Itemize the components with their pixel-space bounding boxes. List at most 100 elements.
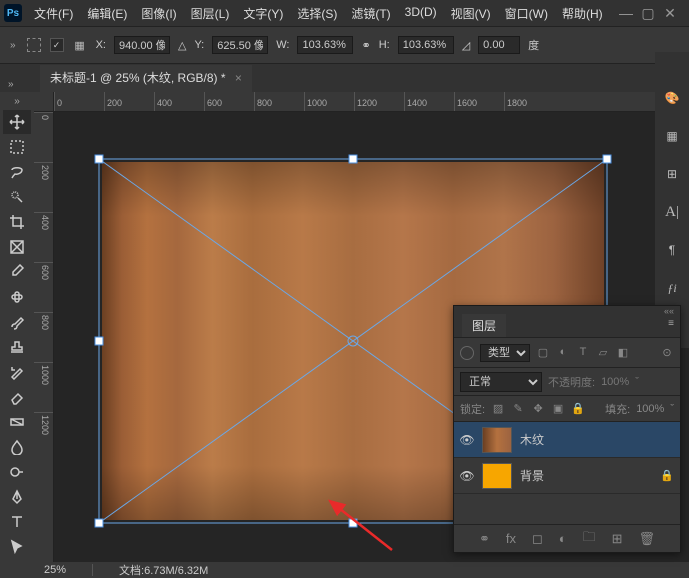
layer-row-background[interactable]: 👁 背景 🔒 [454, 458, 680, 494]
options-expand-icon[interactable]: » [8, 38, 18, 53]
menu-type[interactable]: 文字(Y) [237, 2, 289, 25]
y-input[interactable] [212, 36, 268, 54]
layer-row-wood[interactable]: 👁 木纹 [454, 422, 680, 458]
link-layers-icon[interactable]: ⚭ [479, 531, 490, 547]
eraser-tool[interactable] [3, 385, 31, 409]
transform-anchor-icon[interactable] [26, 37, 42, 53]
angle-icon: ◿ [462, 39, 470, 52]
menu-view[interactable]: 视图(V) [445, 2, 497, 25]
opacity-value[interactable]: 100% [601, 376, 629, 388]
reference-point-icon[interactable]: ▦ [72, 37, 88, 53]
move-tool[interactable] [3, 110, 31, 134]
layer-thumbnail[interactable] [482, 427, 512, 453]
filter-search-icon[interactable] [460, 346, 474, 360]
link-icon[interactable]: ⚭ [361, 39, 370, 52]
maximize-icon[interactable]: ▢ [641, 5, 655, 22]
fill-value[interactable]: 100% [636, 403, 664, 415]
lock-pixels-icon[interactable]: ▨ [491, 402, 505, 415]
lock-icon[interactable]: 🔒 [660, 469, 674, 482]
close-icon[interactable]: ✕ [663, 5, 677, 22]
new-layer-icon[interactable]: ⊞ [612, 531, 623, 547]
fill-chevron-icon[interactable]: ˇ [670, 403, 674, 415]
menu-select[interactable]: 选择(S) [291, 2, 343, 25]
lock-artboard-icon[interactable]: ▣ [551, 402, 565, 415]
menu-file[interactable]: 文件(F) [28, 2, 79, 25]
options-bar: » ✓ ▦ X: △ Y: W: ⚭ H: ◿ 度 [0, 26, 689, 64]
lasso-tool[interactable] [3, 160, 31, 184]
path-select-tool[interactable] [3, 535, 31, 559]
crop-tool[interactable] [3, 210, 31, 234]
gradient-tool[interactable] [3, 410, 31, 434]
character-icon[interactable]: A| [662, 202, 682, 222]
x-input[interactable] [114, 36, 170, 54]
group-icon[interactable]: 🗀 [583, 528, 596, 550]
constrain-checkbox[interactable]: ✓ [50, 38, 64, 52]
minimize-icon[interactable]: ― [619, 5, 633, 22]
marquee-tool[interactable] [3, 135, 31, 159]
filter-type-select[interactable]: 类型 [480, 344, 530, 362]
delete-layer-icon[interactable]: 🗑 [639, 531, 656, 547]
zoom-level[interactable]: 25% [44, 564, 66, 576]
angle-input[interactable] [478, 36, 520, 54]
toolbox-expand-icon[interactable]: » [12, 94, 22, 109]
filter-type-icon[interactable]: T [576, 346, 590, 360]
filter-pixel-icon[interactable]: ▢ [536, 346, 550, 360]
panel-menu-icon[interactable]: ≡ [668, 318, 674, 329]
layer-thumbnail[interactable] [482, 463, 512, 489]
layers-tab[interactable]: 图层 [462, 314, 506, 337]
visibility-icon[interactable]: 👁 [460, 469, 474, 483]
tab-close-icon[interactable]: × [235, 71, 242, 85]
glyphs-icon[interactable]: ƒi [662, 278, 682, 298]
ruler-vertical[interactable]: 020040060080010001200 [34, 112, 54, 562]
brush-tool[interactable] [3, 310, 31, 334]
tabbar-expand-icon[interactable]: » [6, 77, 16, 92]
quick-select-tool[interactable] [3, 185, 31, 209]
blur-tool[interactable] [3, 435, 31, 459]
frame-tool[interactable] [3, 235, 31, 259]
ruler-horizontal[interactable]: 020040060080010001200140016001800 [54, 92, 689, 112]
w-input[interactable] [297, 36, 353, 54]
swatches-icon[interactable]: ▦ [662, 126, 682, 146]
layer-name[interactable]: 背景 [520, 467, 544, 484]
menu-edit[interactable]: 编辑(E) [81, 2, 133, 25]
lock-brush-icon[interactable]: ✎ [511, 402, 525, 415]
doc-size[interactable]: 文档:6.73M/6.32M [119, 562, 208, 578]
angle-unit: 度 [528, 37, 539, 53]
main-menu: 文件(F) 编辑(E) 图像(I) 图层(L) 文字(Y) 选择(S) 滤镜(T… [28, 2, 619, 25]
menu-filter[interactable]: 滤镜(T) [345, 2, 396, 25]
delta-icon[interactable]: △ [178, 39, 186, 52]
filter-adjust-icon[interactable]: ◐ [556, 346, 570, 360]
opacity-chevron-icon[interactable]: ˇ [635, 376, 639, 388]
blend-mode-select[interactable]: 正常 [460, 372, 542, 392]
type-tool[interactable] [3, 510, 31, 534]
libraries-icon[interactable]: ⊞ [662, 164, 682, 184]
panel-collapse-icon[interactable]: «« [454, 306, 680, 314]
adjustment-layer-icon[interactable]: ◐ [559, 531, 567, 546]
menu-layer[interactable]: 图层(L) [185, 2, 236, 25]
visibility-icon[interactable]: 👁 [460, 433, 474, 447]
filter-toggle-icon[interactable]: ⊙ [660, 346, 674, 360]
lock-all-icon[interactable]: 🔒 [571, 402, 585, 415]
menu-image[interactable]: 图像(I) [135, 2, 182, 25]
filter-smart-icon[interactable]: ◧ [616, 346, 630, 360]
menu-window[interactable]: 窗口(W) [499, 2, 554, 25]
menu-3d[interactable]: 3D(D) [399, 2, 443, 25]
healing-tool[interactable] [3, 285, 31, 309]
stamp-tool[interactable] [3, 335, 31, 359]
layer-style-icon[interactable]: fx [506, 531, 516, 546]
paragraph-icon[interactable]: ¶ [662, 240, 682, 260]
eyedropper-tool[interactable] [3, 260, 31, 284]
pen-tool[interactable] [3, 485, 31, 509]
h-input[interactable] [398, 36, 454, 54]
layer-name[interactable]: 木纹 [520, 431, 544, 448]
history-brush-tool[interactable] [3, 360, 31, 384]
filter-shape-icon[interactable]: ▱ [596, 346, 610, 360]
lock-position-icon[interactable]: ✥ [531, 402, 545, 415]
toolbox: » [0, 92, 34, 578]
dodge-tool[interactable] [3, 460, 31, 484]
ruler-corner [34, 92, 54, 112]
layer-mask-icon[interactable]: ◻ [532, 531, 543, 547]
color-icon[interactable]: 🎨 [662, 88, 682, 108]
menu-help[interactable]: 帮助(H) [556, 2, 609, 25]
document-tab[interactable]: 未标题-1 @ 25% (木纹, RGB/8) * × [40, 65, 252, 92]
